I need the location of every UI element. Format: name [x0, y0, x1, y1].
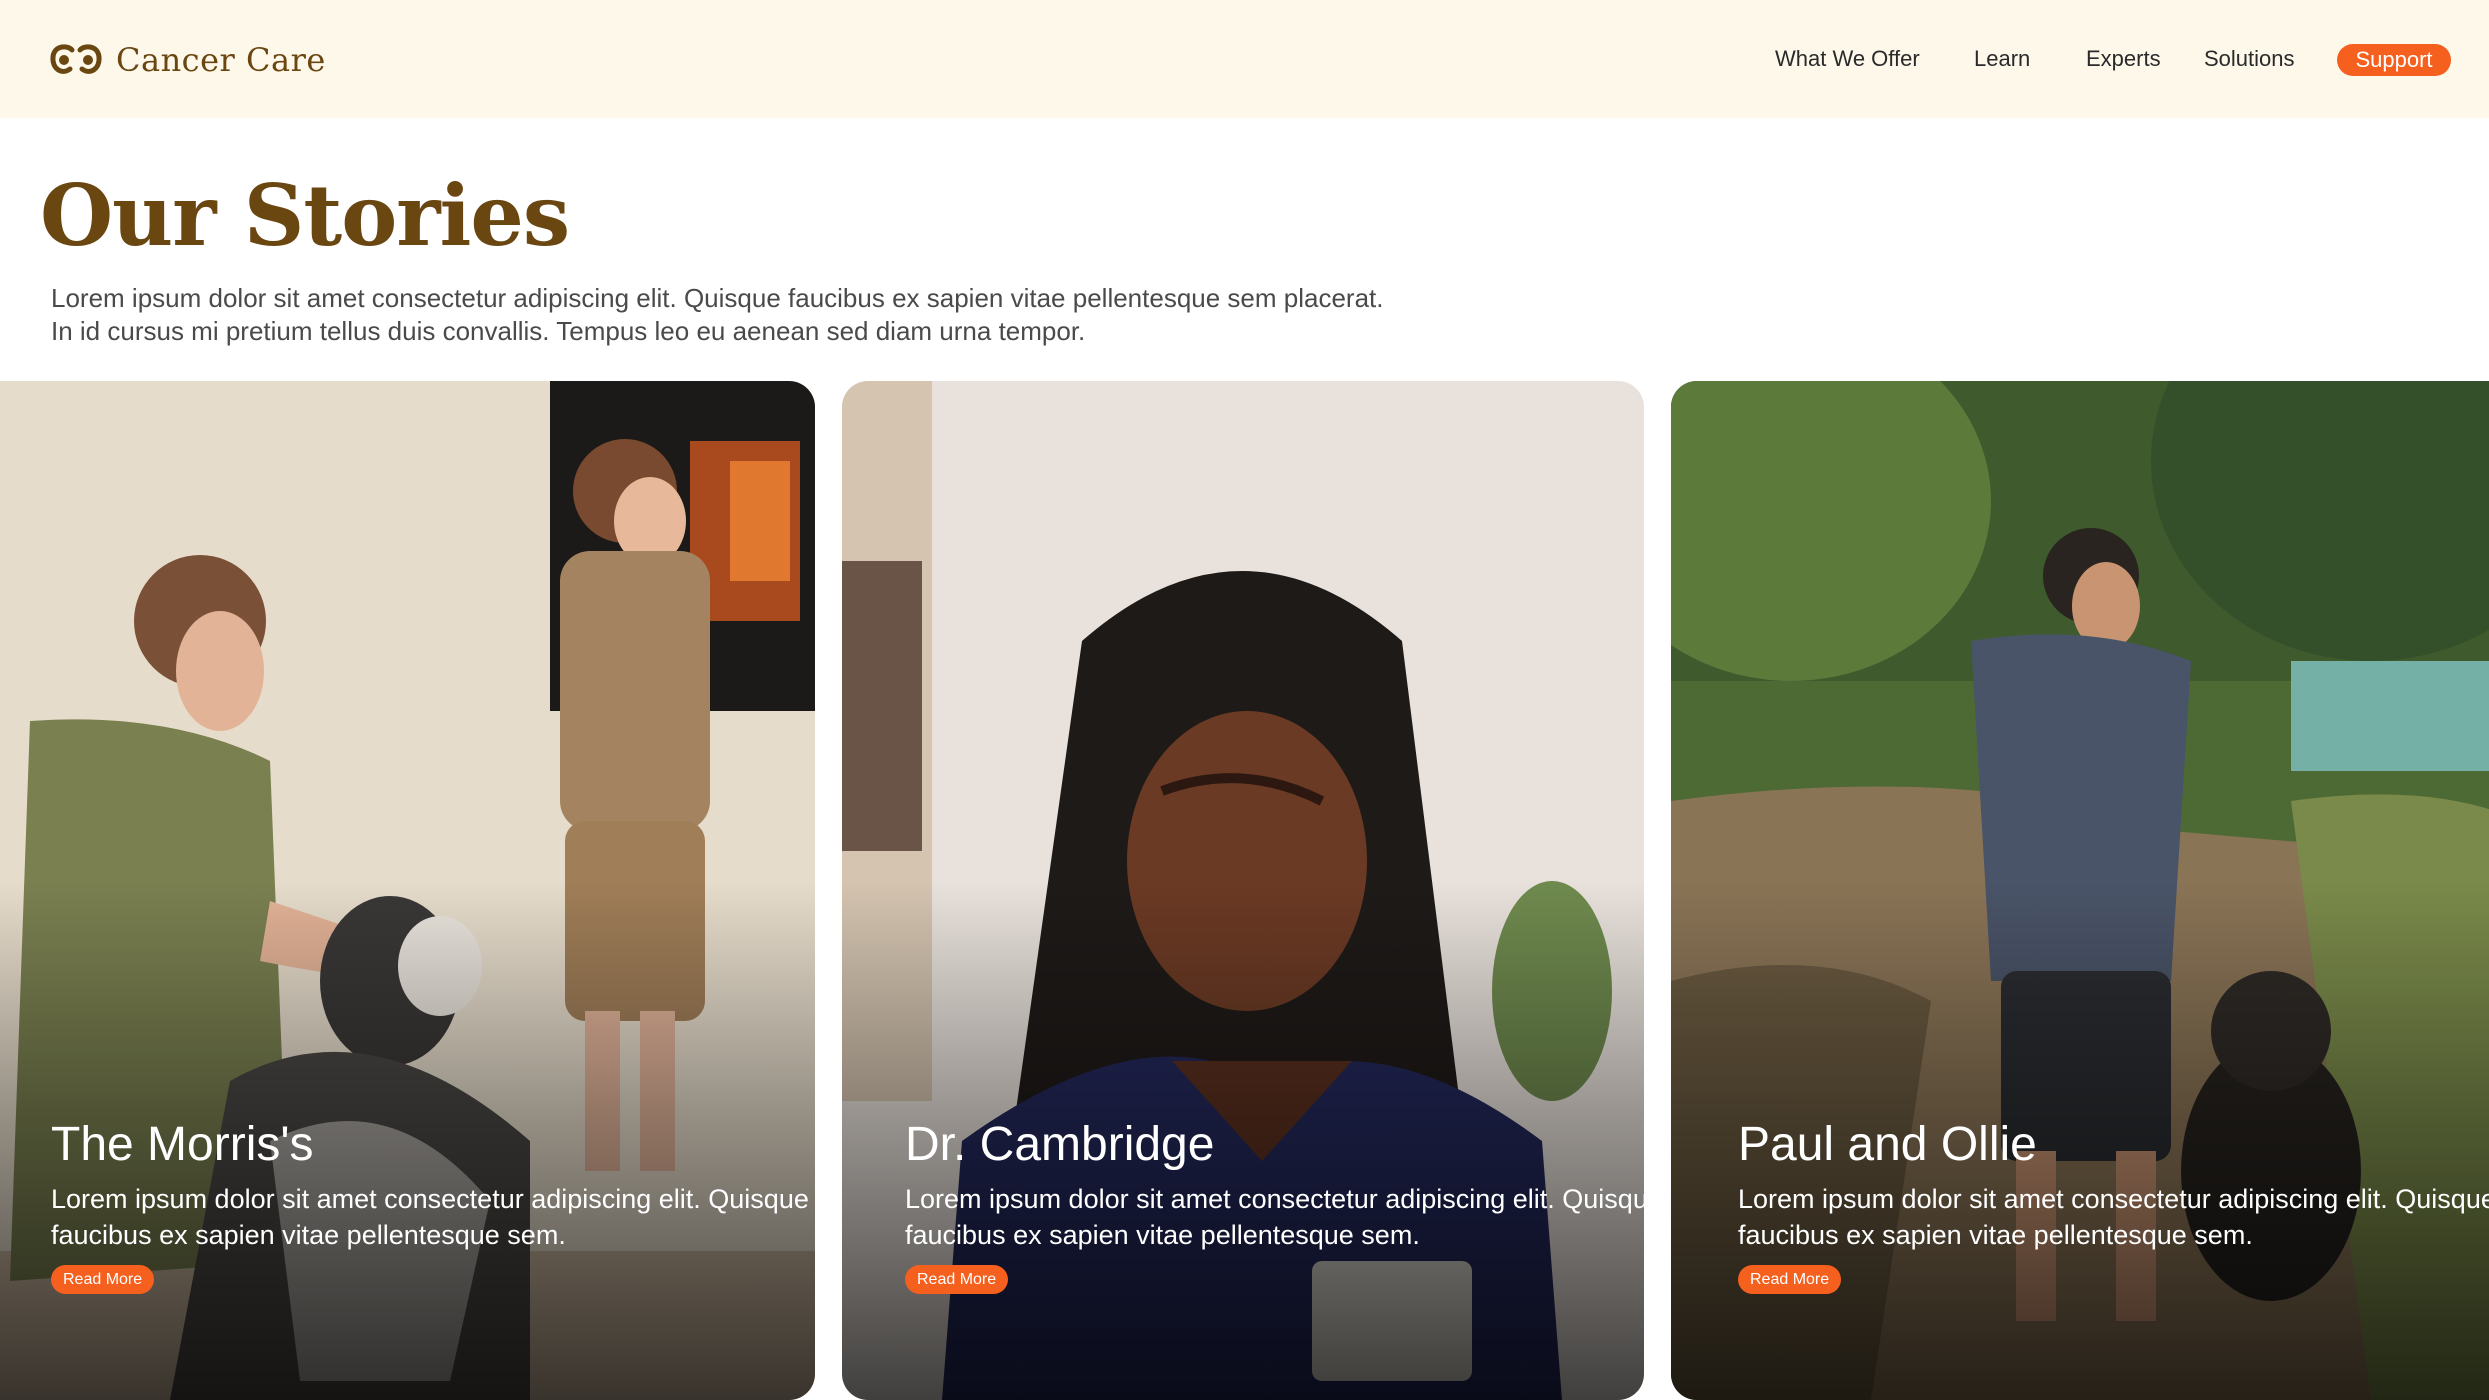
story-text: Lorem ipsum dolor sit amet consectetur a…: [905, 1184, 1644, 1250]
story-text: Lorem ipsum dolor sit amet consectetur a…: [51, 1184, 809, 1250]
nav-item-experts[interactable]: Experts: [2086, 46, 2161, 72]
read-more-button[interactable]: Read More: [905, 1265, 1009, 1294]
story-card-morris[interactable]: The Morris's Lorem ipsum dolor sit amet …: [0, 381, 815, 1400]
nav-item-learn[interactable]: Learn: [1974, 46, 2030, 72]
story-card-cambridge[interactable]: Dr. Cambridge Lorem ipsum dolor sit amet…: [842, 381, 1644, 1400]
story-title: The Morris's: [51, 1118, 314, 1171]
page-title: Our Stories: [40, 166, 570, 265]
story-title: Dr. Cambridge: [905, 1118, 1215, 1171]
read-more-button[interactable]: Read More: [1738, 1265, 1842, 1294]
nav-item-solutions[interactable]: Solutions: [2204, 46, 2295, 72]
page-intro: Lorem ipsum dolor sit amet consectetur a…: [51, 283, 1384, 346]
story-card-paul-ollie[interactable]: Paul and Ollie Lorem ipsum dolor sit ame…: [1671, 381, 2489, 1400]
support-button[interactable]: Support: [2337, 44, 2451, 76]
story-text: Lorem ipsum dolor sit amet consectetur a…: [1738, 1184, 2489, 1250]
nav-item-what-we-offer[interactable]: What We Offer: [1775, 46, 1920, 72]
story-title: Paul and Ollie: [1738, 1118, 2037, 1171]
main-nav: What We Offer Learn Experts Solutions Su…: [0, 0, 2489, 118]
read-more-button[interactable]: Read More: [51, 1265, 155, 1294]
site-header: Cancer Care What We Offer Learn Experts …: [0, 0, 2489, 118]
